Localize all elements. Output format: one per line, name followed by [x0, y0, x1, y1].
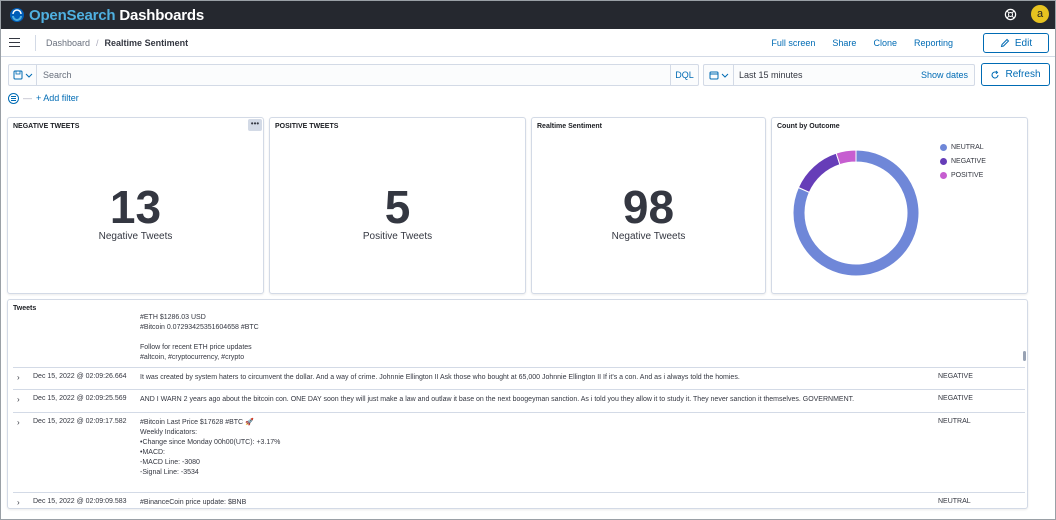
tweet-timestamp: Dec 15, 2022 @ 02:09:09.583 — [33, 498, 127, 505]
donut-slice-positive[interactable] — [835, 149, 857, 166]
breadcrumb-dashboard-link[interactable]: Dashboard — [46, 38, 90, 48]
legend-item-positive[interactable]: POSITIVE — [940, 168, 986, 182]
metric-label: Positive Tweets — [362, 231, 433, 242]
tweet-outcome: NEUTRAL — [938, 418, 971, 425]
search-input[interactable]: Search — [43, 70, 670, 80]
breadcrumb-current: Realtime Sentiment — [104, 37, 189, 48]
save-icon — [13, 70, 22, 80]
help-icon[interactable] — [1004, 8, 1017, 21]
legend-label: POSITIVE — [951, 171, 984, 179]
tweet-message: It was created by system haters to circu… — [140, 374, 740, 381]
share-link[interactable]: Share — [832, 38, 856, 48]
tweet-timestamp: Dec 15, 2022 @ 02:09:25.569 — [33, 395, 127, 402]
chevron-right-icon[interactable]: › — [17, 418, 20, 427]
query-bar: Search DQL — [8, 64, 699, 86]
top-navbar: OpenSearch Dashboards a — [1, 1, 1055, 29]
full-screen-link[interactable]: Full screen — [771, 38, 815, 48]
panel-options-icon[interactable]: ••• — [248, 119, 262, 131]
legend-dot — [940, 143, 947, 151]
app-title: OpenSearch Dashboards — [29, 6, 205, 24]
reporting-link[interactable]: Reporting — [914, 38, 953, 48]
chevron-right-icon[interactable]: › — [17, 498, 20, 507]
date-picker: Last 15 minutes Show dates — [703, 64, 975, 86]
legend-label: NEGATIVE — [951, 157, 986, 165]
breadcrumb-separator: / — [96, 37, 99, 48]
donut-slice-negative[interactable] — [797, 152, 841, 194]
refresh-label: Refresh — [1005, 69, 1041, 80]
add-filter-button[interactable]: + Add filter — [36, 93, 79, 103]
refresh-button[interactable]: Refresh — [981, 63, 1050, 86]
legend-dot — [940, 171, 947, 179]
time-range-text[interactable]: Last 15 minutes — [739, 70, 921, 80]
user-avatar[interactable]: a — [1031, 5, 1049, 23]
metric-value: 13 — [109, 181, 162, 233]
chevron-down-icon — [721, 73, 728, 78]
saved-query-menu[interactable] — [9, 65, 37, 85]
header-divider — [35, 34, 36, 51]
app-frame: OpenSearch Dashboards a Dashboard / Real… — [0, 0, 1056, 520]
panel-title: POSITIVE TWEETS — [275, 123, 339, 130]
chevron-right-icon[interactable]: › — [17, 373, 20, 382]
panel-title: Count by Outcome — [777, 123, 840, 130]
tweet-outcome: NEUTRAL — [938, 498, 971, 505]
table-row[interactable]: › Dec 15, 2022 @ 02:09:09.583 #BinanceCo… — [13, 492, 1025, 508]
panel-title: Realtime Sentiment — [537, 123, 602, 130]
dql-toggle[interactable]: DQL — [670, 65, 698, 85]
panel-title: NEGATIVE TWEETS — [13, 123, 80, 130]
tweet-outcome: NEGATIVE — [938, 373, 973, 380]
tweet-message: AND I WARN 2 years ago about the bitcoin… — [140, 396, 855, 403]
filter-options-icon[interactable] — [8, 92, 19, 104]
tweet-message: #ETH $1286.03 USD #Bitcoin 0.07293425351… — [140, 314, 259, 361]
tweet-outcome: NEGATIVE — [938, 395, 973, 402]
tweet-timestamp: Dec 15, 2022 @ 02:09:26.664 — [33, 373, 127, 380]
table-row[interactable]: › Dec 15, 2022 @ 02:09:17.582 #Bitcoin L… — [13, 412, 1025, 492]
metric-label: Negative Tweets — [98, 231, 173, 242]
outcome-donut-chart — [792, 149, 920, 277]
dashboard-header: Dashboard / Realtime Sentiment Full scre… — [1, 29, 1055, 57]
metric-value: 5 — [384, 181, 411, 233]
chart-legend: NEUTRAL NEGATIVE POSITIVE — [940, 140, 986, 182]
legend-label: NEUTRAL — [951, 143, 984, 151]
tweet-message: #Bitcoin Last Price $17628 #BTC 🚀 Weekly… — [140, 419, 281, 476]
edit-label: Edit — [1014, 37, 1033, 49]
table-row[interactable]: › Dec 15, 2022 @ 02:09:25.569 AND I WARN… — [13, 389, 1025, 412]
chevron-down-icon — [25, 73, 32, 78]
hamburger-menu-icon[interactable] — [9, 35, 25, 51]
panel-title: Tweets — [13, 305, 37, 312]
pencil-icon — [1000, 38, 1010, 48]
legend-item-negative[interactable]: NEGATIVE — [940, 154, 986, 168]
edit-button[interactable]: Edit — [983, 33, 1049, 53]
show-dates-link[interactable]: Show dates — [921, 70, 968, 80]
tweet-message: #BinanceCoin price update: $BNB — [140, 499, 247, 506]
metric-value: 98 — [622, 181, 675, 233]
tweets-panel: Tweets #ETH $1286.03 USD #Bitcoin 0.0729… — [7, 299, 1028, 509]
table-scrollbar[interactable] — [1023, 351, 1026, 361]
quick-date-menu[interactable] — [704, 65, 734, 85]
tweet-timestamp: Dec 15, 2022 @ 02:09:17.582 — [33, 418, 127, 425]
filter-bar: — + Add filter — [8, 92, 79, 104]
app-logo[interactable]: OpenSearch Dashboards — [9, 7, 204, 24]
table-row[interactable]: › Dec 15, 2022 @ 02:09:26.664 It was cre… — [13, 367, 1025, 389]
opensearch-logo-icon — [10, 8, 24, 22]
breadcrumb: Dashboard / Realtime Sentiment — [46, 38, 188, 48]
legend-item-neutral[interactable]: NEUTRAL — [940, 140, 986, 154]
negative-tweets-panel: NEGATIVE TWEETS ••• 13 Negative Tweets — [7, 117, 264, 294]
refresh-icon — [992, 70, 999, 78]
clone-link[interactable]: Clone — [873, 38, 897, 48]
chevron-right-icon[interactable]: › — [17, 395, 20, 404]
metric-label: Negative Tweets — [611, 231, 686, 242]
filter-separator: — — [23, 93, 32, 103]
header-actions: Full screen Share Clone Reporting — [771, 38, 953, 48]
positive-tweets-panel: POSITIVE TWEETS 5 Positive Tweets — [269, 117, 526, 294]
legend-dot — [940, 157, 947, 165]
count-by-outcome-panel: Count by Outcome NEUTRAL NEGATIVE POSITI… — [771, 117, 1028, 294]
calendar-icon — [709, 71, 718, 80]
realtime-sentiment-panel: Realtime Sentiment 98 Negative Tweets — [531, 117, 766, 294]
